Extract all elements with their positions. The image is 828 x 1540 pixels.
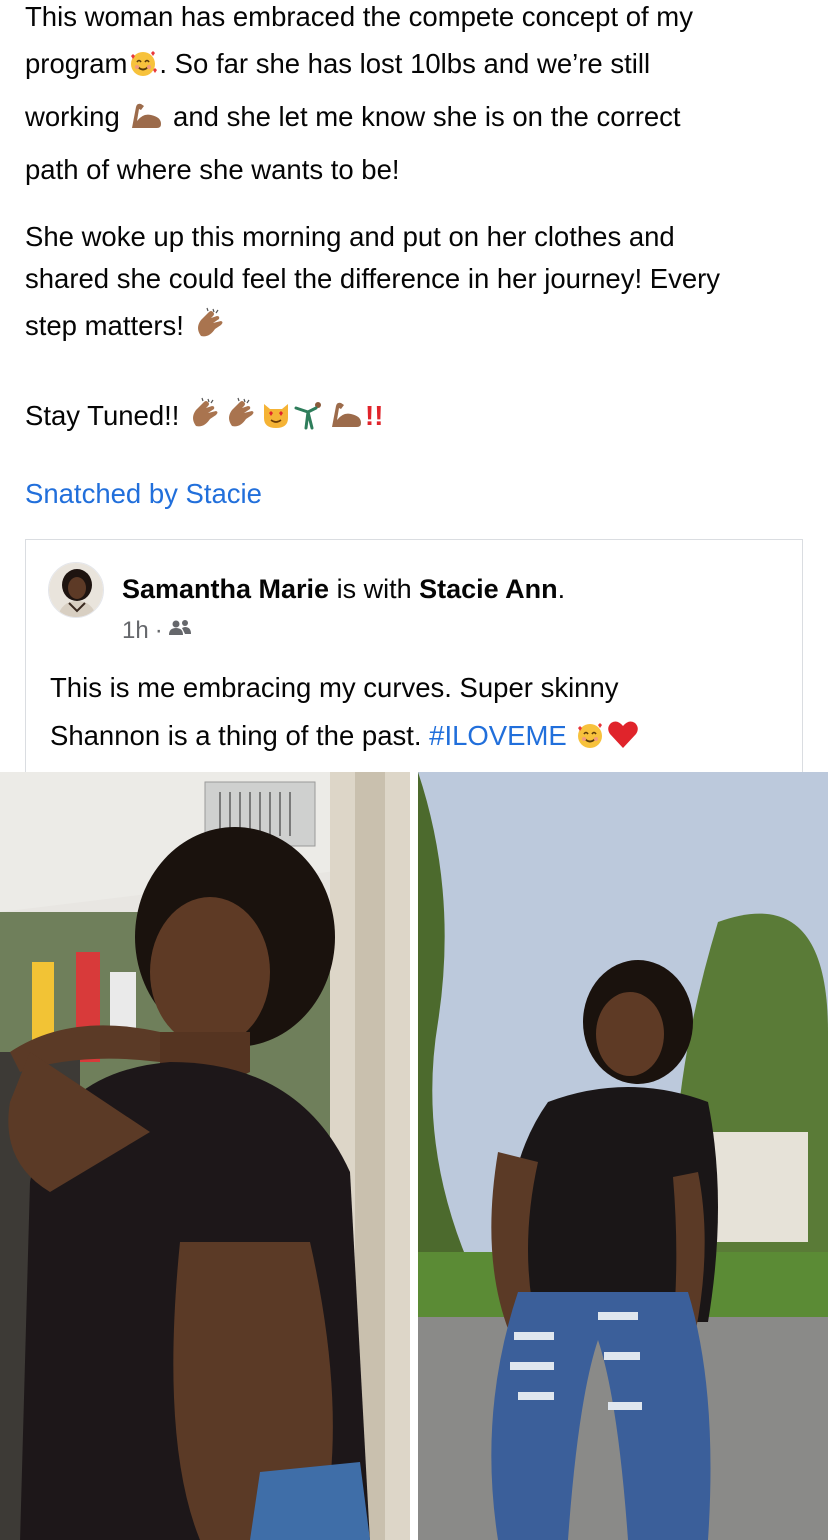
friends-audience-icon xyxy=(168,617,191,645)
shared-text-line: Shannon is a thing of the past. xyxy=(50,720,430,751)
smiling-face-with-hearts-icon xyxy=(575,717,605,765)
post-line: and she let me know she is on the correc… xyxy=(165,101,681,132)
clapping-hands-icon xyxy=(188,396,222,445)
with-text: is with xyxy=(329,574,420,604)
author-line-period: . xyxy=(557,574,566,604)
post-line: step matters! xyxy=(25,310,192,341)
post-line: working xyxy=(25,101,128,132)
smiling-face-with-hearts-icon xyxy=(128,45,158,93)
clapping-hands-icon xyxy=(224,396,258,445)
post-line: shared she could feel the difference in … xyxy=(25,263,721,294)
heart-eyes-cat-icon xyxy=(260,397,292,445)
post-line: . So far she has lost 10lbs and we’re st… xyxy=(159,48,651,79)
post-line: She woke up this morning and put on her … xyxy=(25,221,675,252)
post-line: Stay Tuned!! xyxy=(25,400,188,431)
hashtag-iloveme[interactable]: #ILOVEME xyxy=(429,720,567,751)
post-meta: 1h · xyxy=(122,617,191,645)
post-line: This woman has embraced the compete conc… xyxy=(25,1,693,32)
post-paragraph-2: She woke up this morning and put on her … xyxy=(25,216,815,357)
author-name[interactable]: Samantha Marie xyxy=(122,574,329,604)
post-line: path of where she wants to be! xyxy=(25,154,400,185)
person-cartwheeling-icon xyxy=(294,397,326,445)
post-line: program xyxy=(25,48,128,79)
clapping-hands-icon xyxy=(193,305,227,357)
red-heart-icon xyxy=(607,717,639,765)
meta-separator: · xyxy=(154,617,163,644)
tagged-person-name[interactable]: Stacie Ann xyxy=(419,574,558,604)
post-timestamp[interactable]: 1h xyxy=(122,617,149,645)
photo-indoor-selfie[interactable] xyxy=(0,772,410,1540)
shared-post-text: This is me embracing my curves. Super sk… xyxy=(50,664,790,765)
avatar[interactable] xyxy=(48,562,104,618)
shared-text-line: This is me embracing my curves. Super sk… xyxy=(50,672,619,703)
photo-outdoor-full-body[interactable] xyxy=(418,772,828,1540)
post-paragraph-3: Stay Tuned!! !! xyxy=(25,392,383,445)
flexed-bicep-icon xyxy=(128,98,164,146)
flexed-bicep-icon xyxy=(328,397,364,445)
shared-post-card[interactable]: Samantha Marie is with Stacie Ann. 1h · … xyxy=(25,539,803,789)
page-link-snatched-by-stacie[interactable]: Snatched by Stacie xyxy=(25,478,262,510)
double-exclamation-mark: !! xyxy=(365,400,384,431)
author-line: Samantha Marie is with Stacie Ann. xyxy=(122,574,565,605)
post-paragraph-1: This woman has embraced the compete conc… xyxy=(25,0,815,194)
